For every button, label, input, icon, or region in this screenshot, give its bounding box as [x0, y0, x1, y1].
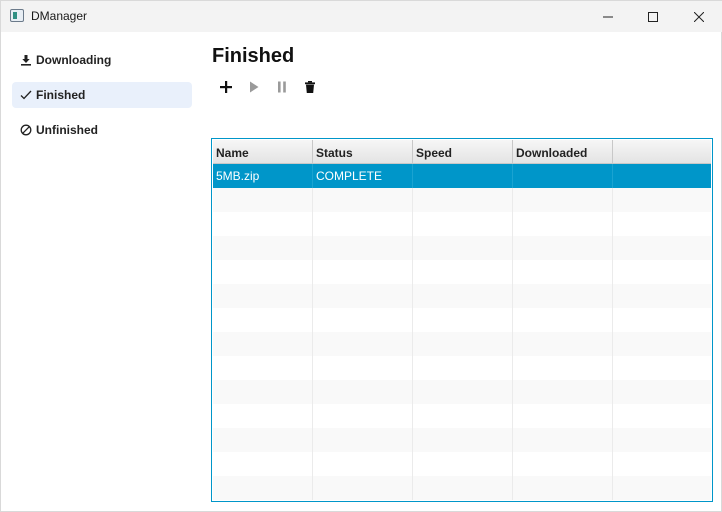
minimize-button[interactable]	[585, 1, 631, 32]
empty-row	[213, 356, 711, 380]
trash-icon	[305, 81, 315, 93]
pause-button[interactable]	[271, 77, 293, 97]
column-header-downloaded[interactable]: Downloaded	[513, 140, 613, 164]
app-window: DManager Downloading Finished Unfinished…	[0, 0, 722, 512]
sidebar-item-unfinished[interactable]: Unfinished	[12, 117, 192, 143]
empty-row	[213, 476, 711, 500]
empty-row	[213, 308, 711, 332]
empty-row	[213, 260, 711, 284]
play-icon	[250, 81, 259, 93]
column-header-name[interactable]: Name	[213, 140, 313, 164]
empty-row	[213, 380, 711, 404]
maximize-button[interactable]	[630, 1, 676, 32]
cell-status: COMPLETE	[313, 164, 413, 188]
table-row[interactable]: 5MB.zip COMPLETE	[213, 164, 711, 188]
sidebar-item-label: Finished	[36, 88, 86, 102]
downloads-table[interactable]: Name Status Speed Downloaded 5MB.zip COM…	[211, 138, 713, 502]
cell-filler	[613, 164, 711, 188]
minimize-icon	[603, 16, 613, 17]
empty-row	[213, 452, 711, 476]
checkmark-icon	[20, 89, 32, 101]
sidebar-item-finished[interactable]: Finished	[12, 82, 192, 108]
empty-row	[213, 188, 711, 212]
circle-slash-icon	[20, 124, 32, 136]
add-icon	[220, 81, 232, 93]
empty-row	[213, 212, 711, 236]
column-header-filler	[613, 140, 711, 164]
empty-row	[213, 284, 711, 308]
delete-button[interactable]	[299, 77, 321, 97]
column-header-status[interactable]: Status	[313, 140, 413, 164]
title-bar[interactable]: DManager	[1, 1, 722, 32]
sidebar-item-label: Downloading	[36, 53, 112, 67]
empty-row	[213, 404, 711, 428]
cell-name: 5MB.zip	[213, 164, 313, 188]
table-header: Name Status Speed Downloaded	[213, 140, 711, 164]
sidebar-item-label: Unfinished	[36, 123, 98, 137]
close-button[interactable]	[676, 1, 722, 32]
pause-icon	[278, 81, 286, 93]
resume-button[interactable]	[243, 77, 265, 97]
cell-speed	[413, 164, 513, 188]
column-header-speed[interactable]: Speed	[413, 140, 513, 164]
maximize-icon	[648, 11, 658, 22]
page-title: Finished	[212, 45, 295, 67]
app-icon	[10, 9, 24, 22]
cell-downloaded	[513, 164, 613, 188]
sidebar-item-downloading[interactable]: Downloading	[12, 47, 192, 73]
download-icon	[20, 54, 32, 66]
empty-row	[213, 428, 711, 452]
add-button[interactable]	[215, 77, 237, 97]
sidebar: Downloading Finished Unfinished	[1, 32, 201, 512]
empty-row	[213, 236, 711, 260]
window-title: DManager	[31, 9, 88, 23]
empty-row	[213, 332, 711, 356]
close-icon	[694, 11, 704, 22]
